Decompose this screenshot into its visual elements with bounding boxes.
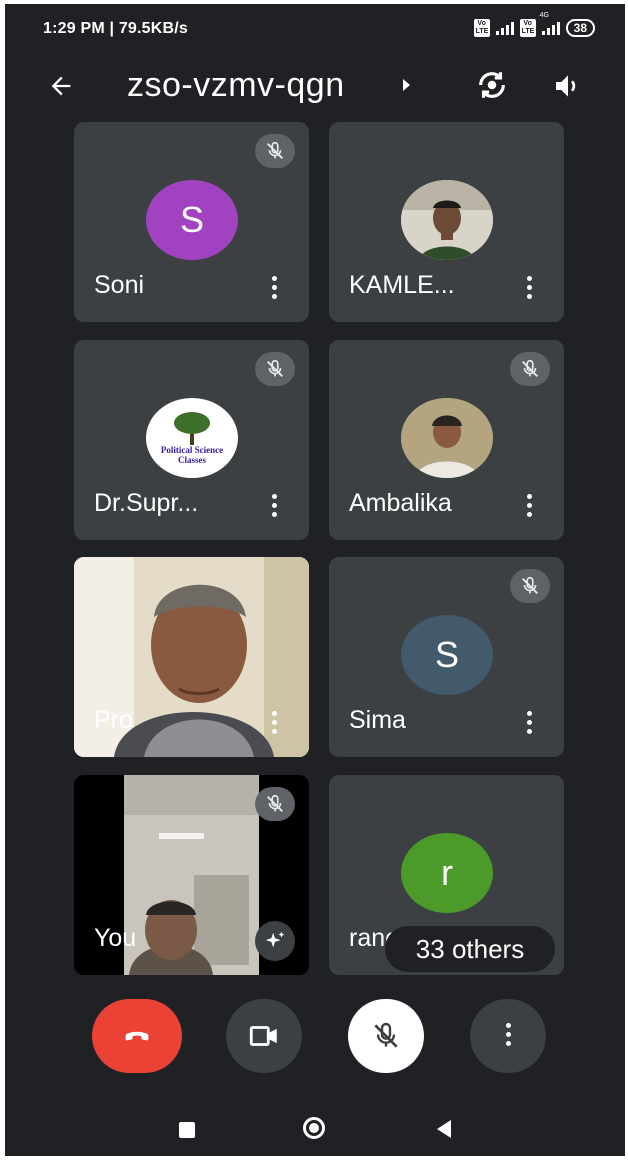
participant-tile[interactable]: KAMLE... <box>329 122 564 322</box>
more-options-button[interactable] <box>470 999 546 1073</box>
end-call-button[interactable] <box>92 999 182 1073</box>
camera-toggle-button[interactable] <box>226 999 302 1073</box>
avatar-photo <box>401 180 493 260</box>
avatar-initial: S <box>434 634 459 675</box>
avatar-photo <box>401 398 493 478</box>
status-icons: Vo LTE Vo LTE 4G 38 <box>473 12 595 37</box>
signal-4g-icon: 4G <box>540 12 560 35</box>
participant-tile[interactable]: Pro <box>74 557 309 757</box>
back-arrow-icon[interactable] <box>47 72 75 100</box>
others-count-button[interactable]: 33 others <box>385 926 555 972</box>
end-call-icon <box>125 1031 149 1041</box>
status-time: 1:29 PM | 79.5KB/s <box>43 20 189 37</box>
self-tile[interactable]: You <box>74 775 309 975</box>
participant-name: Dr.Supr... <box>94 489 199 517</box>
participant-name: Sima <box>349 706 406 734</box>
mic-off-icon <box>374 1022 398 1048</box>
nav-recents-icon[interactable] <box>179 1122 195 1138</box>
avatar: r <box>401 833 493 913</box>
participant-tile[interactable]: Ambalika <box>329 340 564 540</box>
caret-right-icon[interactable] <box>403 79 410 91</box>
mic-off-icon <box>255 352 295 386</box>
meeting-toolbar: zso-vzmv-qgn <box>5 54 625 114</box>
status-bar: 1:29 PM | 79.5KB/s Vo LTE Vo LTE 4G 38 <box>5 4 625 54</box>
meeting-code[interactable]: zso-vzmv-qgn <box>127 66 345 105</box>
nav-back-icon[interactable] <box>437 1120 451 1138</box>
participant-name: Soni <box>94 271 145 299</box>
logo-text: Political Science Classes <box>160 445 224 465</box>
mic-off-icon <box>255 787 295 821</box>
volte-icon-2: Vo LTE <box>519 19 536 37</box>
system-nav-bar <box>5 1089 625 1156</box>
tree-icon <box>174 412 210 445</box>
avatar: S <box>146 180 238 260</box>
more-vert-icon[interactable] <box>269 711 279 737</box>
participant-name: KAMLE... <box>349 271 455 299</box>
switch-camera-icon[interactable] <box>475 68 509 102</box>
participant-name: Pro <box>94 706 133 734</box>
participant-tile[interactable]: S Sima <box>329 557 564 757</box>
participant-tile[interactable]: S Soni <box>74 122 309 322</box>
more-vert-icon[interactable] <box>269 494 279 520</box>
meet-screen: 1:29 PM | 79.5KB/s Vo LTE Vo LTE 4G 38 zso… <box>5 4 625 1156</box>
network-type-label: 4G <box>539 12 549 19</box>
video-camera-icon <box>249 1026 277 1046</box>
mic-off-icon <box>510 352 550 386</box>
participant-name: You <box>94 924 137 952</box>
more-vert-icon[interactable] <box>524 711 534 737</box>
battery-icon: 38 <box>565 19 595 37</box>
nav-home-icon[interactable] <box>303 1117 325 1139</box>
more-vert-icon <box>503 1023 513 1049</box>
mic-off-icon <box>510 569 550 603</box>
more-vert-icon[interactable] <box>524 276 534 302</box>
mic-off-icon <box>255 134 295 168</box>
participant-tile[interactable]: Political Science Classes Dr.Supr... <box>74 340 309 540</box>
avatar: S <box>401 615 493 695</box>
signal-icon <box>495 21 514 35</box>
more-vert-icon[interactable] <box>524 494 534 520</box>
avatar-initial: S <box>179 199 204 240</box>
avatar-logo: Political Science Classes <box>146 398 238 478</box>
speaker-icon[interactable] <box>552 70 584 102</box>
more-vert-icon[interactable] <box>269 276 279 302</box>
effects-sparkle-icon[interactable] <box>255 921 295 961</box>
mic-toggle-button[interactable] <box>348 999 424 1073</box>
avatar-initial: r <box>441 852 453 893</box>
volte-icon: Vo LTE <box>473 19 490 37</box>
participant-name: Ambalika <box>349 489 452 517</box>
